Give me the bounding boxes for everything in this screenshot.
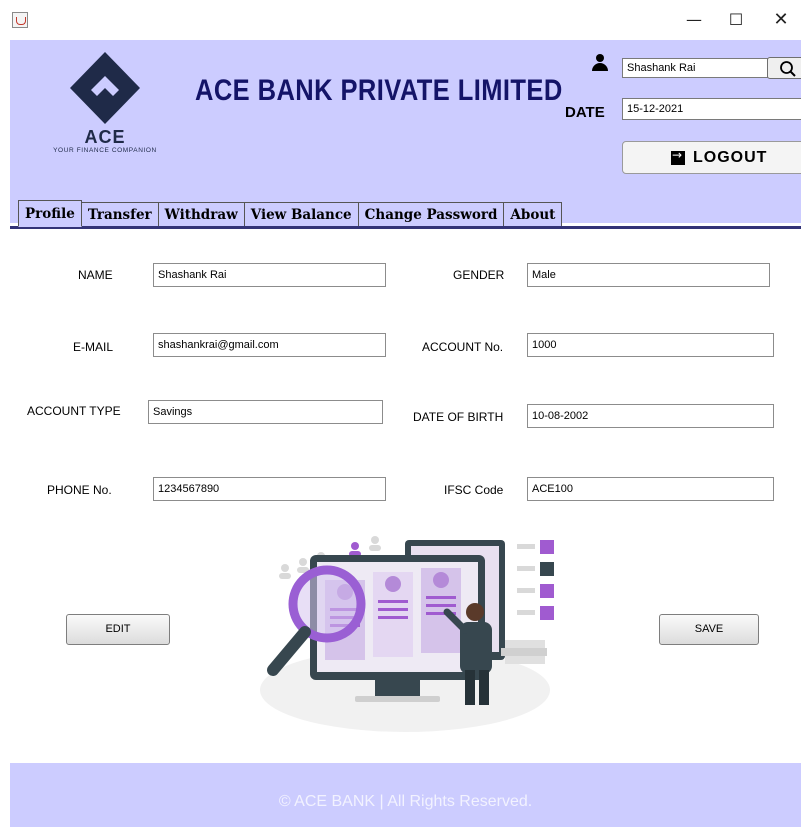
footer: © ACE BANK | All Rights Reserved. [10, 763, 801, 827]
java-app-icon [12, 12, 28, 28]
name-label: NAME [78, 268, 113, 282]
date-field[interactable]: 15-12-2021 [622, 98, 801, 120]
tab-transfer[interactable]: Transfer [80, 202, 159, 227]
account-no-field[interactable]: 1000 [527, 333, 774, 357]
user-name-field[interactable]: Shashank Rai [622, 58, 768, 78]
save-button[interactable]: SAVE [659, 614, 759, 645]
dob-field[interactable]: 10-08-2002 [527, 404, 774, 428]
tab-bar: Profile Transfer Withdraw View Balance C… [18, 200, 563, 227]
user-icon [592, 54, 608, 72]
logo-text: ACE [84, 127, 126, 147]
minimize-button[interactable]: — [679, 8, 709, 32]
account-type-label: ACCOUNT TYPE [27, 404, 121, 418]
footer-text: © ACE BANK | All Rights Reserved. [278, 793, 533, 810]
tab-withdraw[interactable]: Withdraw [157, 202, 245, 227]
email-field[interactable]: shashankrai@gmail.com [153, 333, 386, 357]
ifsc-label: IFSC Code [444, 483, 504, 497]
phone-field[interactable]: 1234567890 [153, 477, 386, 501]
email-label: E-MAIL [73, 340, 114, 354]
close-button[interactable]: ✕ [766, 8, 796, 32]
logo-tagline: YOUR FINANCE COMPANION [53, 147, 157, 154]
dob-label: DATE OF BIRTH [413, 410, 504, 424]
name-field[interactable]: Shashank Rai [153, 263, 386, 287]
title-bar: — ☐ ✕ [0, 0, 801, 40]
date-label: DATE [565, 104, 605, 121]
header: ACE YOUR FINANCE COMPANION ACE BANK PRIV… [10, 40, 801, 223]
logout-icon [671, 148, 685, 165]
bank-title: ACE BANK PRIVATE LIMITED [195, 74, 563, 107]
tab-about[interactable]: About [503, 202, 563, 227]
ace-logo-icon [70, 52, 140, 124]
profile-illustration [260, 536, 554, 732]
phone-label: PHONE No. [47, 483, 112, 497]
account-type-field[interactable]: Savings [148, 400, 383, 424]
gender-field[interactable]: Male [527, 263, 770, 287]
tab-change-password[interactable]: Change Password [357, 202, 505, 227]
ifsc-field[interactable]: ACE100 [527, 477, 774, 501]
app-window: — ☐ ✕ ACE YOUR FINANCE COMPANION ACE BAN… [0, 0, 801, 827]
logout-button[interactable]: LOGOUT [622, 141, 801, 174]
tab-profile[interactable]: Profile [18, 200, 82, 227]
maximize-button[interactable]: ☐ [721, 8, 751, 32]
gender-label: GENDER [453, 268, 505, 282]
logout-label: LOGOUT [693, 149, 768, 166]
edit-button[interactable]: EDIT [66, 614, 170, 645]
tab-view-balance[interactable]: View Balance [243, 202, 359, 227]
search-icon [780, 61, 796, 77]
account-no-label: ACCOUNT No. [422, 340, 504, 354]
search-button[interactable] [767, 57, 801, 79]
tab-divider [10, 226, 801, 229]
